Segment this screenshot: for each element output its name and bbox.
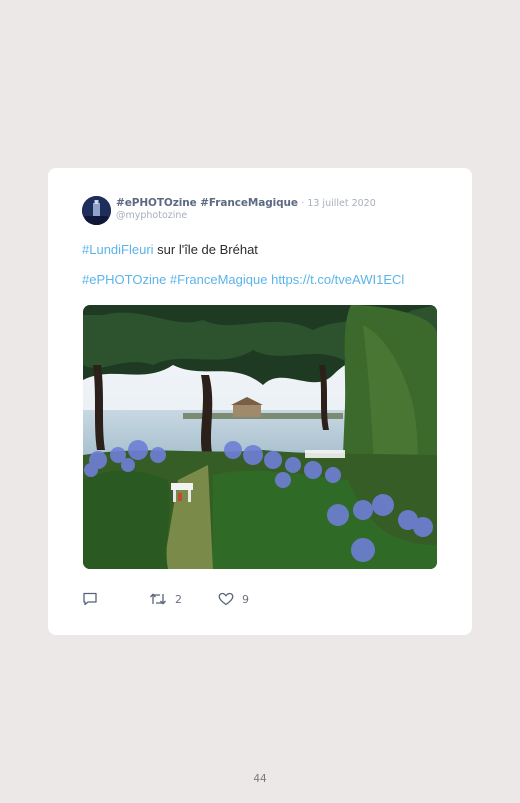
reply-icon [83,592,97,606]
tweet-text: sur l'île de Bréhat [153,242,258,257]
hashtags[interactable]: #ePHOTOzine #FranceMagique [82,272,267,287]
tweet-photo[interactable] [83,305,437,569]
tweet-text-line-2: #ePHOTOzine #FranceMagique https://t.co/… [82,272,404,287]
display-name[interactable]: #ePHOTOzine #FranceMagique [116,197,298,209]
tweet-text-line-1: #LundiFleuri sur l'île de Bréhat [82,242,258,257]
like-button[interactable]: 9 [218,592,249,606]
landscape-photo [83,305,437,569]
retweet-count: 2 [175,592,182,606]
reply-button[interactable] [82,592,98,606]
page-number: 44 [253,773,267,785]
tweet-header: #ePHOTOzine #FranceMagique · 13 juillet … [116,197,376,209]
tweet-date[interactable]: · 13 juillet 2020 [301,198,376,209]
avatar[interactable] [82,196,111,225]
heart-icon [218,592,234,606]
like-count: 9 [242,592,249,606]
tweet-actions: 2 9 [82,592,382,608]
hashtag-lundifleuri[interactable]: #LundiFleuri [82,242,154,257]
retweet-button[interactable]: 2 [149,592,182,606]
tweet-link[interactable]: https://t.co/tveAWI1ECl [271,272,404,287]
tweet-card[interactable]: #ePHOTOzine #FranceMagique · 13 juillet … [48,168,472,635]
retweet-icon [150,593,166,605]
user-handle[interactable]: @myphotozine [116,210,187,221]
